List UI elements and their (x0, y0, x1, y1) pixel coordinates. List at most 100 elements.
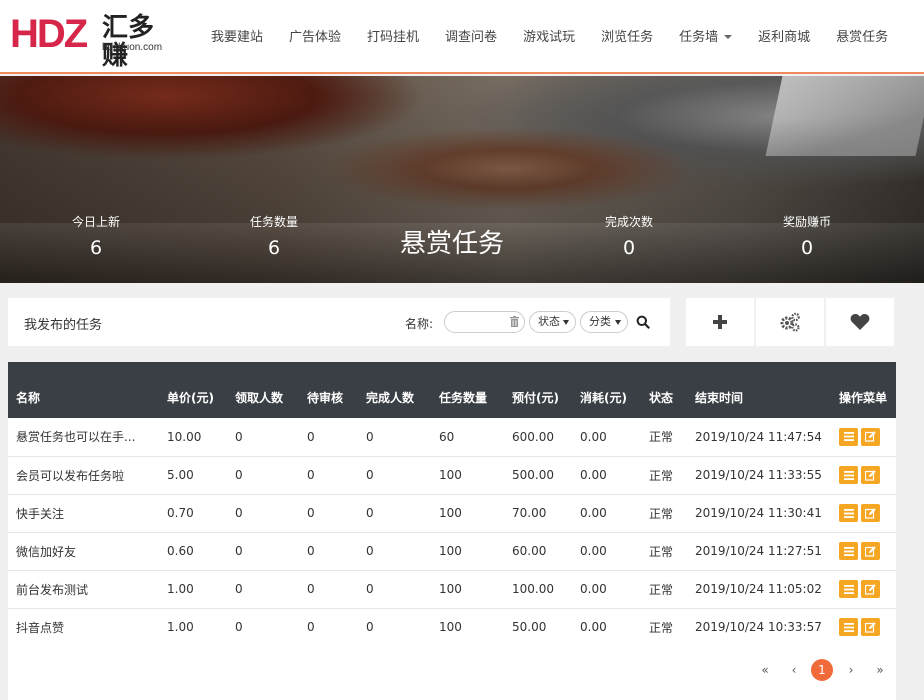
cell-end-time: 2019/10/24 11:47:54 (687, 418, 831, 457)
list-icon[interactable] (839, 618, 858, 636)
cell-name[interactable]: 微信加好友 (8, 532, 159, 571)
section-title: 我发布的任务 (24, 318, 103, 333)
nav-item-captcha[interactable]: 打码挂机 (354, 26, 432, 45)
column-header[interactable]: 领取人数 (227, 362, 299, 418)
cell-end-time: 2019/10/24 10:33:57 (687, 608, 831, 647)
cell-pending: 0 (299, 456, 358, 495)
cell-end-time: 2019/10/24 11:33:55 (687, 456, 831, 495)
column-header[interactable]: 状态 (641, 362, 687, 418)
edit-icon[interactable] (861, 504, 880, 522)
list-icon[interactable] (839, 427, 858, 446)
column-header[interactable]: 任务数量 (431, 362, 504, 418)
cell-pending: 0 (299, 418, 358, 457)
cell-name[interactable]: 快手关注 (8, 494, 159, 533)
search-icon[interactable] (636, 315, 650, 329)
list-icon[interactable] (839, 580, 858, 598)
favorite-button[interactable] (826, 298, 894, 346)
cell-actions (831, 532, 896, 571)
cell-pending: 0 (299, 494, 358, 533)
cell-task-count: 100 (431, 608, 504, 647)
column-header[interactable]: 完成人数 (358, 362, 431, 418)
stat-value: 6 (267, 237, 281, 259)
nav-item-ad-experience[interactable]: 广告体验 (276, 26, 354, 45)
cell-claimed: 0 (227, 608, 299, 647)
edit-icon[interactable] (861, 542, 880, 560)
table-row[interactable]: 微信加好友 0.60 0 0 0 100 60.00 0.00 正常 2019/… (8, 532, 896, 571)
task-table-panel: 名称 单价(元) 领取人数 待审核 完成人数 任务数量 预付(元) 消耗(元) … (8, 362, 896, 647)
cell-claimed: 0 (227, 418, 299, 457)
edit-icon[interactable] (861, 427, 880, 446)
list-icon[interactable] (839, 542, 858, 560)
page-last-button[interactable]: » (869, 659, 891, 681)
cell-actions (831, 456, 896, 495)
cell-consumed: 0.00 (572, 532, 641, 571)
table-row[interactable]: 快手关注 0.70 0 0 0 100 70.00 0.00 正常 2019/1… (8, 494, 896, 533)
page-prev-button[interactable]: ‹ (783, 659, 805, 681)
cell-end-time: 2019/10/24 11:05:02 (687, 570, 831, 609)
category-select[interactable]: 分类 (580, 311, 628, 333)
cell-actions (831, 494, 896, 533)
table-row[interactable]: 会员可以发布任务啦 5.00 0 0 0 100 500.00 0.00 正常 … (8, 456, 896, 495)
cell-claimed: 0 (227, 456, 299, 495)
table-row[interactable]: 前台发布测试 1.00 0 0 0 100 100.00 0.00 正常 201… (8, 570, 896, 609)
cell-unit-price: 1.00 (159, 608, 227, 647)
cell-name[interactable]: 悬赏任务也可以在手... (8, 418, 159, 457)
cell-claimed: 0 (227, 532, 299, 571)
nav-item-rebate-mall[interactable]: 返利商城 (745, 26, 823, 45)
add-task-button[interactable] (686, 298, 754, 346)
page-next-button[interactable]: › (840, 659, 862, 681)
table-row[interactable]: 抖音点赞 1.00 0 0 0 100 50.00 0.00 正常 2019/1… (8, 608, 896, 647)
caret-down-icon (724, 35, 733, 39)
cell-completed: 0 (358, 456, 431, 495)
heart-icon (850, 314, 870, 330)
cell-consumed: 0.00 (572, 608, 641, 647)
nav-item-game-trial[interactable]: 游戏试玩 (510, 26, 588, 45)
nav-item-reward-task[interactable]: 悬赏任务 (823, 26, 901, 45)
nav-item-build-site[interactable]: 我要建站 (198, 26, 276, 45)
edit-icon[interactable] (861, 580, 880, 598)
cell-completed: 0 (358, 418, 431, 457)
column-header[interactable]: 预付(元) (504, 362, 572, 418)
column-header[interactable]: 名称 (8, 362, 159, 418)
cell-task-count: 100 (431, 532, 504, 571)
hero-banner: 今日上新 6 任务数量 6 悬赏任务 完成次数 0 奖励赚币 0 (0, 76, 924, 283)
cell-completed: 0 (358, 570, 431, 609)
cell-actions (831, 418, 896, 457)
cell-name[interactable]: 会员可以发布任务啦 (8, 456, 159, 495)
cell-unit-price: 0.70 (159, 494, 227, 533)
cell-name[interactable]: 抖音点赞 (8, 608, 159, 647)
list-icon[interactable] (839, 466, 858, 484)
task-filter-bar: 我发布的任务 名称: 状态 分类 (8, 298, 670, 346)
cell-status: 正常 (641, 570, 687, 609)
site-logo[interactable]: HDZ 汇多赚 hdzhuon.com (10, 14, 170, 70)
stat-label: 奖励赚币 (782, 215, 831, 229)
cell-prepaid: 100.00 (504, 570, 572, 609)
list-icon[interactable] (839, 504, 858, 522)
plus-icon (713, 315, 727, 329)
status-select[interactable]: 状态 (529, 311, 576, 333)
nav-item-survey[interactable]: 调查问卷 (432, 26, 510, 45)
column-header[interactable]: 结束时间 (687, 362, 831, 418)
cell-status: 正常 (641, 456, 687, 495)
cell-task-count: 100 (431, 570, 504, 609)
nav-item-task-wall[interactable]: 任务墙 (666, 26, 745, 45)
name-filter-label: 名称: (405, 317, 434, 331)
edit-icon[interactable] (861, 618, 880, 636)
table-row[interactable]: 悬赏任务也可以在手... 10.00 0 0 0 60 600.00 0.00 … (8, 418, 896, 457)
column-header[interactable]: 消耗(元) (572, 362, 641, 418)
nav-item-browse-task[interactable]: 浏览任务 (588, 26, 666, 45)
cell-task-count: 100 (431, 494, 504, 533)
edit-icon[interactable] (861, 466, 880, 484)
cell-prepaid: 600.00 (504, 418, 572, 457)
trash-icon[interactable] (510, 316, 519, 327)
settings-button[interactable] (756, 298, 824, 346)
column-header[interactable]: 单价(元) (159, 362, 227, 418)
column-header[interactable]: 待审核 (299, 362, 358, 418)
cell-name[interactable]: 前台发布测试 (8, 570, 159, 609)
page-first-button[interactable]: « (754, 659, 776, 681)
cell-prepaid: 500.00 (504, 456, 572, 495)
page-current-button[interactable]: 1 (811, 659, 833, 681)
cell-consumed: 0.00 (572, 494, 641, 533)
nav-item-task-wall-label: 任务墙 (679, 29, 719, 45)
stat-reward-coins: 奖励赚币 0 (737, 214, 877, 260)
